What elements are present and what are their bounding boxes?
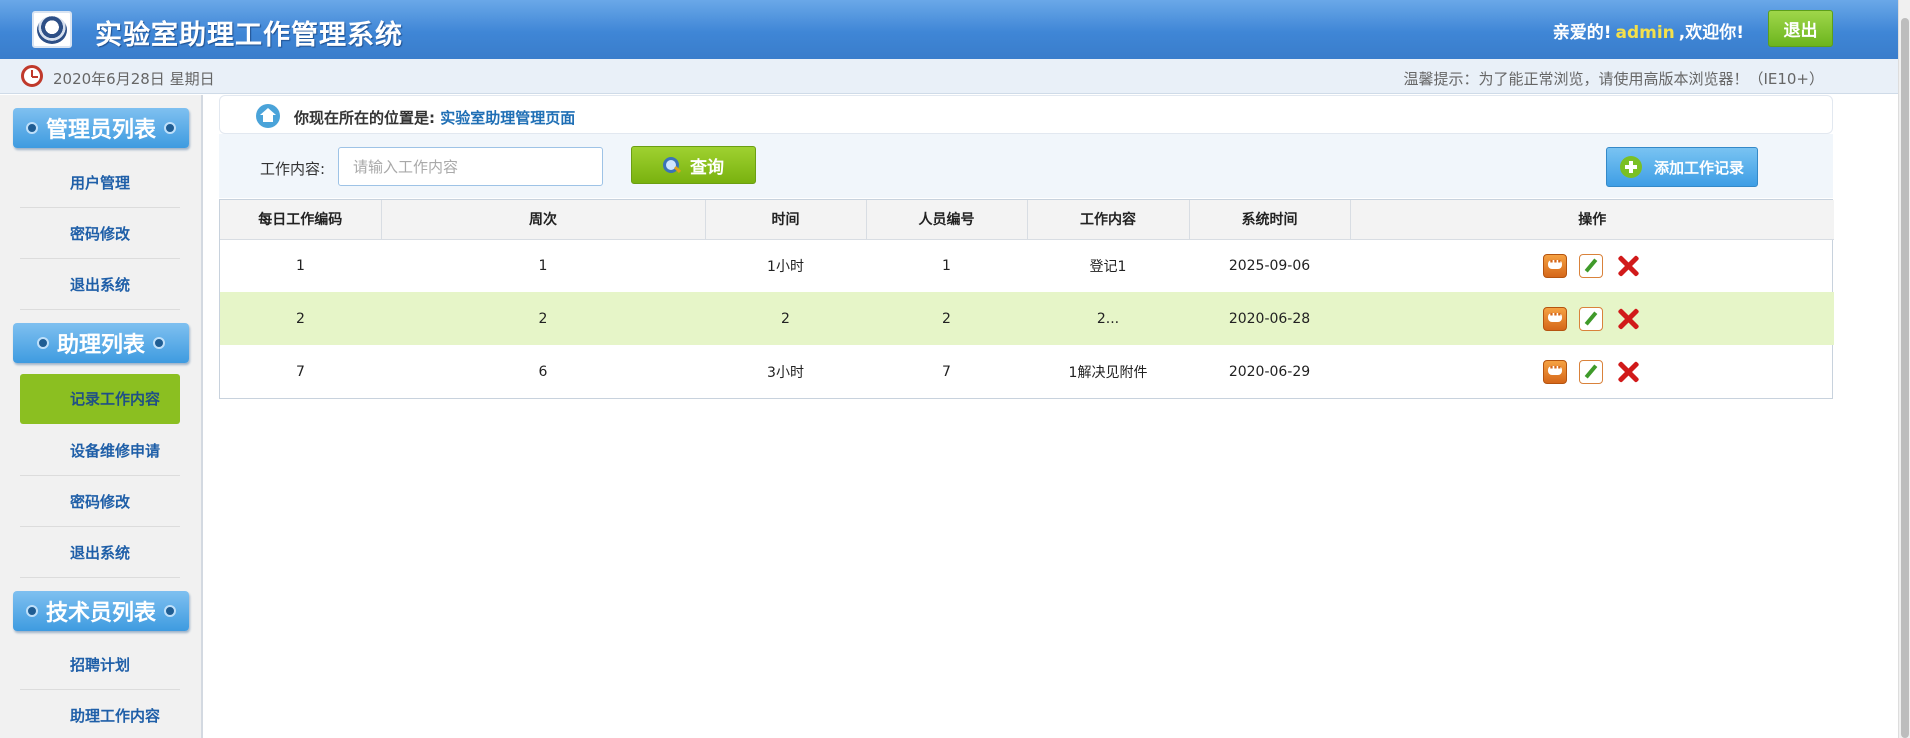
cell-staff-id: 2: [866, 292, 1027, 345]
table-row: 1 1 1小时 1 登记1 2025-09-06: [220, 239, 1834, 292]
sidebar-item-assistant-password[interactable]: 密码修改: [20, 477, 180, 527]
add-work-record-button[interactable]: 添加工作记录: [1606, 147, 1758, 187]
sidebar-item-user-management[interactable]: 用户管理: [20, 158, 180, 208]
column-header: 系统时间: [1189, 200, 1351, 240]
greeting-prefix: 亲爱的!: [1552, 23, 1612, 43]
plus-icon: [1619, 156, 1642, 178]
cell-actions: [1350, 345, 1834, 398]
bullet-icon: [164, 605, 176, 617]
current-date: 2020年6月28日 星期日: [53, 70, 215, 88]
column-header: 操作: [1350, 200, 1834, 240]
view-icon[interactable]: [1543, 359, 1567, 384]
cell-week: 2: [381, 292, 705, 345]
sidebar-item-assistant-work[interactable]: 助理工作内容: [20, 691, 180, 738]
cell-system-time: 2025-09-06: [1228, 257, 1311, 274]
view-icon[interactable]: [1543, 253, 1567, 278]
bullet-icon: [25, 605, 38, 617]
query-button[interactable]: 查询: [631, 146, 756, 184]
delete-icon[interactable]: [1615, 253, 1641, 279]
greeting: 亲爱的! admin ,欢迎你!: [1553, 18, 1744, 43]
vertical-scrollbar[interactable]: [1898, 0, 1910, 738]
column-header: 人员编号: [866, 200, 1028, 240]
cell-system-time: 2020-06-28: [1189, 292, 1350, 345]
cell-work-content: 1解决见附件: [1068, 364, 1148, 381]
logo-icon: [32, 11, 72, 48]
table-row: 7 6 3小时 7 1解决见附件 2020-06-29: [220, 345, 1834, 398]
column-header: 每日工作编码: [220, 200, 382, 240]
cell-work-id: 2: [220, 292, 381, 345]
cell-staff-id: 1: [942, 257, 951, 274]
cell-duration: 1小时: [767, 258, 804, 275]
breadcrumb-text: 你现在所在的位置是: 实验室助理管理页面: [294, 107, 575, 128]
delete-icon[interactable]: [1615, 359, 1641, 385]
edit-icon[interactable]: [1579, 359, 1603, 384]
cell-work-id: 7: [296, 363, 305, 380]
bullet-icon: [36, 337, 49, 349]
add-label: 添加工作记录: [1653, 158, 1744, 177]
bullet-icon: [153, 337, 165, 349]
cell-work-content: 2...: [1027, 292, 1189, 345]
edit-icon[interactable]: [1579, 253, 1603, 278]
breadcrumb: 你现在所在的位置是: 实验室助理管理页面: [219, 95, 1833, 134]
view-icon[interactable]: [1543, 306, 1567, 331]
cell-actions: [1350, 239, 1834, 292]
delete-icon[interactable]: [1615, 306, 1641, 332]
table-row: 2 2 2 2 2... 2020-06-28: [220, 292, 1834, 345]
breadcrumb-label: 你现在所在的位置是:: [294, 109, 435, 127]
cell-staff-id: 7: [942, 363, 951, 380]
cell-week: 1: [538, 257, 548, 274]
column-header: 工作内容: [1027, 200, 1190, 240]
sidebar-section-admin[interactable]: 管理员列表: [13, 108, 189, 148]
scrollbar-thumb[interactable]: [1901, 18, 1909, 738]
sidebar-item-admin-logout[interactable]: 退出系统: [20, 260, 180, 310]
sidebar-item-record-work[interactable]: 记录工作内容: [20, 374, 180, 424]
section-title: 技术员列表: [45, 601, 156, 626]
home-icon[interactable]: [256, 104, 280, 128]
cell-actions: [1350, 292, 1834, 345]
breadcrumb-current-link[interactable]: 实验室助理管理页面: [440, 109, 575, 127]
search-input[interactable]: [338, 147, 603, 186]
sidebar-item-recruitment[interactable]: 招聘计划: [20, 640, 180, 690]
sidebar-section-assistant[interactable]: 助理列表: [13, 323, 189, 363]
section-title: 管理员列表: [45, 118, 156, 143]
search-toolbar: 工作内容: 查询 添加工作记录: [219, 134, 1833, 198]
bullet-icon: [164, 122, 176, 134]
sidebar: 管理员列表 用户管理 密码修改 退出系统 助理列表 记录工作内容 设备维修申请 …: [0, 95, 203, 738]
query-label: 查询: [690, 157, 724, 178]
sidebar-item-assistant-logout[interactable]: 退出系统: [20, 528, 180, 578]
date-bar: 2020年6月28日 星期日 温馨提示：为了能正常浏览，请使用高版本浏览器！（I…: [0, 59, 1898, 94]
logout-button[interactable]: 退出: [1768, 10, 1833, 47]
column-header: 周次: [381, 200, 706, 240]
browser-tip: 温馨提示：为了能正常浏览，请使用高版本浏览器！（IE10+）: [1403, 70, 1824, 88]
sidebar-item-repair-request[interactable]: 设备维修申请: [20, 426, 180, 476]
cell-duration: 3小时: [767, 364, 804, 381]
edit-icon[interactable]: [1579, 306, 1603, 331]
cell-work-id: 1: [296, 257, 305, 274]
cell-work-content: 登记1: [1089, 258, 1127, 275]
cell-duration: 2: [705, 292, 866, 345]
sidebar-item-admin-password[interactable]: 密码修改: [20, 209, 180, 259]
clock-icon: [21, 65, 43, 87]
search-icon: [663, 156, 680, 174]
username: admin: [1615, 23, 1675, 43]
sidebar-section-technician[interactable]: 技术员列表: [13, 591, 189, 631]
cell-week: 6: [538, 363, 548, 380]
section-title: 助理列表: [56, 333, 145, 358]
cell-system-time: 2020-06-29: [1228, 363, 1311, 380]
search-label: 工作内容:: [260, 160, 326, 178]
app-header: 实验室助理工作管理系统 亲爱的! admin ,欢迎你! 退出: [0, 0, 1898, 59]
column-header: 时间: [705, 200, 867, 240]
work-records-table: 每日工作编码 周次 时间 人员编号 工作内容 系统时间 操作 1 1 1小时 1…: [219, 199, 1834, 399]
app-title: 实验室助理工作管理系统: [95, 20, 403, 51]
greeting-suffix: ,欢迎你!: [1678, 23, 1744, 43]
bullet-icon: [25, 122, 38, 134]
table-header-row: 每日工作编码 周次 时间 人员编号 工作内容 系统时间 操作: [220, 200, 1834, 240]
